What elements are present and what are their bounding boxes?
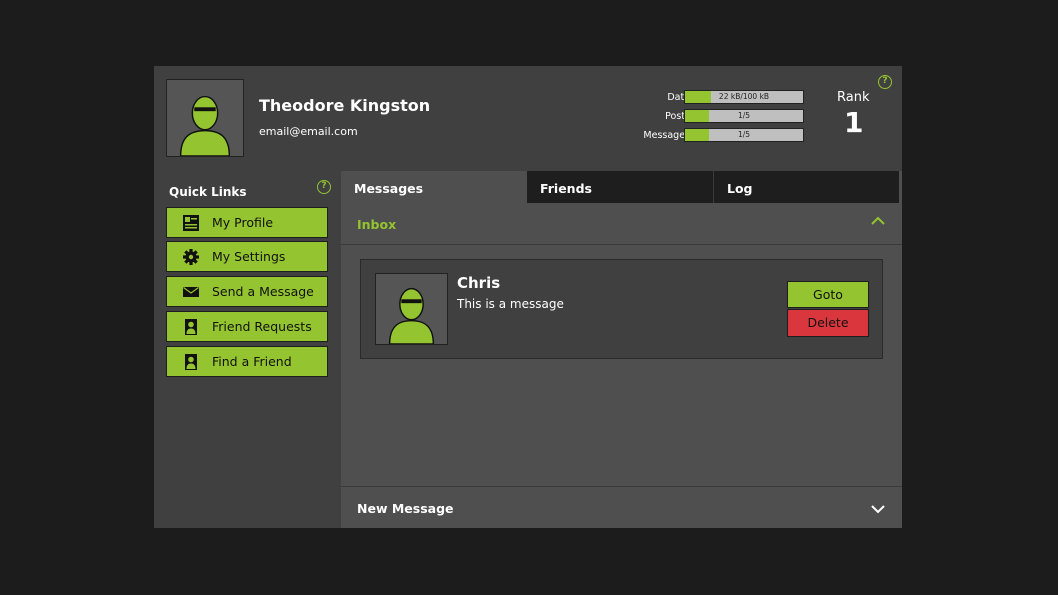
stat-progress-bar: 1/5 <box>684 128 804 142</box>
button-label: My Profile <box>212 215 274 230</box>
help-icon[interactable]: ? <box>317 180 331 194</box>
gear-icon <box>183 249 199 265</box>
stat-value: 1/5 <box>737 130 751 139</box>
stat-progress-bar: 1/5 <box>684 109 804 123</box>
rank-label: Rank <box>837 90 870 105</box>
button-label: Send a Message <box>212 284 314 299</box>
stat-progress-bar: 22 kB/100 kB <box>684 90 804 104</box>
message-card: Chris This is a message Goto Delete <box>360 259 883 359</box>
user-name: Theodore Kingston <box>259 96 431 115</box>
help-icon[interactable]: ? <box>878 75 892 89</box>
goto-button[interactable]: Goto <box>787 281 869 308</box>
stat-label: Messages <box>643 130 690 141</box>
quick-links-title: Quick Links <box>169 185 247 199</box>
find-friend-button[interactable]: Find a Friend <box>166 346 328 377</box>
my-settings-button[interactable]: My Settings <box>166 241 328 272</box>
tab-bar: Messages Friends Log <box>341 171 899 203</box>
inbox-header[interactable]: Inbox <box>341 203 902 245</box>
tab-messages[interactable]: Messages <box>341 171 527 203</box>
stat-value: 1/5 <box>737 111 751 120</box>
user-email: email@email.com <box>259 125 358 138</box>
profile-card-icon <box>183 215 199 231</box>
person-icon <box>185 319 197 335</box>
chevron-down-icon[interactable] <box>870 504 886 514</box>
button-label: Find a Friend <box>212 354 292 369</box>
rank-value: 1 <box>844 106 864 139</box>
tab-friends[interactable]: Friends <box>527 171 713 203</box>
avatar-icon <box>179 95 231 156</box>
my-profile-button[interactable]: My Profile <box>166 207 328 238</box>
message-text: This is a message <box>457 297 564 311</box>
stat-posts: Posts 1/5 <box>616 109 846 125</box>
stat-value: 22 kB/100 kB <box>718 92 770 101</box>
delete-button[interactable]: Delete <box>787 309 869 337</box>
person-icon <box>185 354 197 370</box>
button-label: My Settings <box>212 249 286 264</box>
stat-data: Data 22 kB/100 kB <box>616 90 846 106</box>
chevron-up-icon[interactable] <box>870 216 886 226</box>
inbox-title: Inbox <box>357 217 397 232</box>
tab-log[interactable]: Log <box>713 171 899 203</box>
button-label: Friend Requests <box>212 319 312 334</box>
user-avatar <box>166 79 244 157</box>
main-panel: Messages Friends Log Inbox Chris This is… <box>341 171 902 528</box>
envelope-icon <box>183 287 199 297</box>
send-message-button[interactable]: Send a Message <box>166 276 328 307</box>
sender-avatar <box>375 273 448 345</box>
new-message-header[interactable]: New Message <box>341 486 902 528</box>
stat-messages: Messages 1/5 <box>616 128 846 144</box>
new-message-title: New Message <box>357 501 454 516</box>
avatar-icon <box>388 287 435 344</box>
message-sender: Chris <box>457 274 501 292</box>
profile-window: Theodore Kingston email@email.com Data 2… <box>154 66 902 528</box>
friend-requests-button[interactable]: Friend Requests <box>166 311 328 342</box>
